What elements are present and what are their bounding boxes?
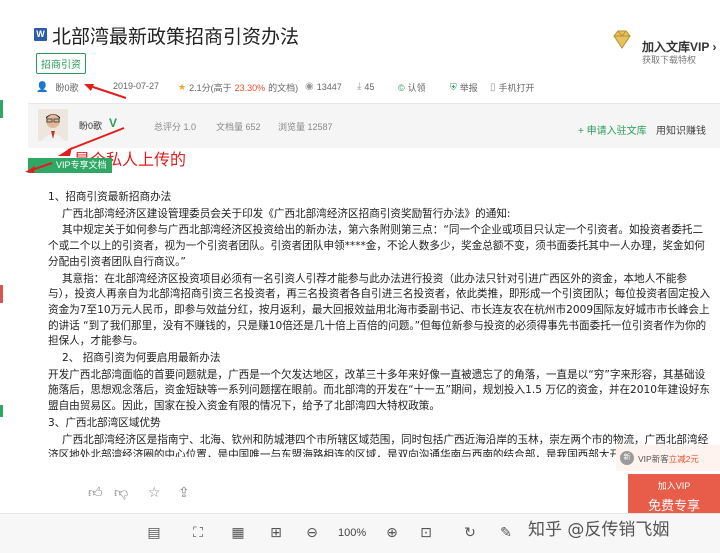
red-arrow-annotation (25, 162, 53, 173)
phone-icon: ▯ (490, 82, 496, 93)
uploader-name[interactable]: 盼0歌 (55, 81, 78, 94)
shield-icon: ⛨ (450, 82, 457, 92)
rotate-icon[interactable]: ↻ (460, 522, 480, 542)
open-on-phone-link[interactable]: ▯ 手机打开 (490, 81, 535, 94)
thumbs-down-icon[interactable]: 👎︎ (114, 484, 128, 501)
download-icon: ⤓ (357, 81, 362, 92)
report-link[interactable]: ⛨ 举报 (450, 81, 478, 94)
meta-views: ◉ 13447 (305, 81, 342, 92)
star-icon: ★ (178, 82, 187, 92)
uploader-view-count: 浏览量 12587 (278, 122, 333, 132)
edge-mark (0, 405, 3, 417)
certify-icon: © (398, 82, 405, 93)
paragraph: 广西北部湾经济区是指南宁、北海、钦州和防城港四个市所辖区域范围，同时包括广西近海… (48, 433, 709, 457)
word-doc-icon: W (34, 28, 47, 41)
paragraph: 广西北部湾经济区建设管理委员会关于印发《广西北部湾经济区招商引资奖励暂行办法》的… (62, 207, 511, 220)
fit-screen-icon[interactable]: ⛶ (188, 522, 208, 542)
document-title: 北部湾最新政策招商引资办法 (52, 26, 300, 48)
zoom-in-icon[interactable]: ⊕ (382, 522, 402, 542)
paragraph: 其意指：在北部湾经济区投资项目必须有一名引资人引荐才能参与此办法进行投资（此办法… (48, 272, 711, 348)
paragraph: 开发广西北部湾面临的首要问题就是，广西是一个欠发达地区，改革三十多年来好像一直被… (48, 368, 710, 413)
user-icon: 👤 (36, 82, 49, 93)
section-heading: 2、 招商引资为何要启用最新办法 (62, 352, 221, 365)
document-body: 1、招商引资最新招商办法 广西北部湾经济区建设管理委员会关于印发《广西北部湾经济… (48, 188, 712, 458)
edge-mark (0, 100, 3, 118)
uploader-score: 总评分 1.0 (154, 122, 197, 132)
actual-size-icon[interactable]: ⊡ (416, 522, 436, 542)
join-vip-button[interactable]: 加入VIP 免费专享 (628, 474, 720, 514)
paragraph: 其中规定关于如何参与广西北部湾经济区投资给出的新办法，第六条附则第三点：“同一个… (48, 224, 705, 268)
meta-rating: ★ 2.1分(高于 23.30% 的文档) (178, 82, 299, 93)
apply-join-library-link[interactable]: + 申请入驻文库 (578, 122, 647, 137)
new-badge: 新 (620, 451, 634, 465)
eye-icon: ◉ (305, 81, 314, 92)
share-icon[interactable]: ⇪ (178, 484, 190, 501)
layout-icon[interactable]: ▤ (144, 522, 164, 542)
edit-icon[interactable]: ✎ (496, 522, 516, 542)
certify-link[interactable]: © 认领 (398, 81, 426, 94)
zhihu-watermark: 知乎 @反传销飞姻 (528, 520, 670, 540)
vip-subtitle: 获取下载特权 (642, 55, 697, 65)
meta-date: 2019-07-27 (113, 81, 160, 91)
meta-uploader[interactable]: 👤 盼0歌 (36, 81, 78, 94)
zoom-level: 100% (338, 527, 367, 539)
star-favorite-icon[interactable]: ☆ (148, 484, 161, 501)
section-heading: 1、招商引资最新招商办法 (48, 191, 172, 203)
thumbnails-icon[interactable]: ⊞ (266, 522, 286, 542)
earn-knowledge-link[interactable]: 用知识赚钱 (656, 122, 706, 137)
text-fade (28, 462, 628, 484)
page-view-icon[interactable]: ▦ (228, 522, 248, 542)
thumbs-up-icon[interactable]: 👍︎ (88, 484, 103, 501)
section-heading: 3、广西北部湾区域优势 (48, 416, 161, 429)
vip-promo-text[interactable]: VIP新客立减2元 (638, 453, 699, 465)
uploader-doc-count: 文档量 652 (216, 122, 261, 132)
edge-mark (0, 285, 3, 303)
category-tag[interactable]: 招商引资 (36, 53, 86, 74)
vip-diamond-icon[interactable] (611, 30, 633, 50)
meta-downloads: ⤓ 45 (357, 81, 375, 92)
zoom-out-icon[interactable]: ⊖ (302, 522, 322, 542)
